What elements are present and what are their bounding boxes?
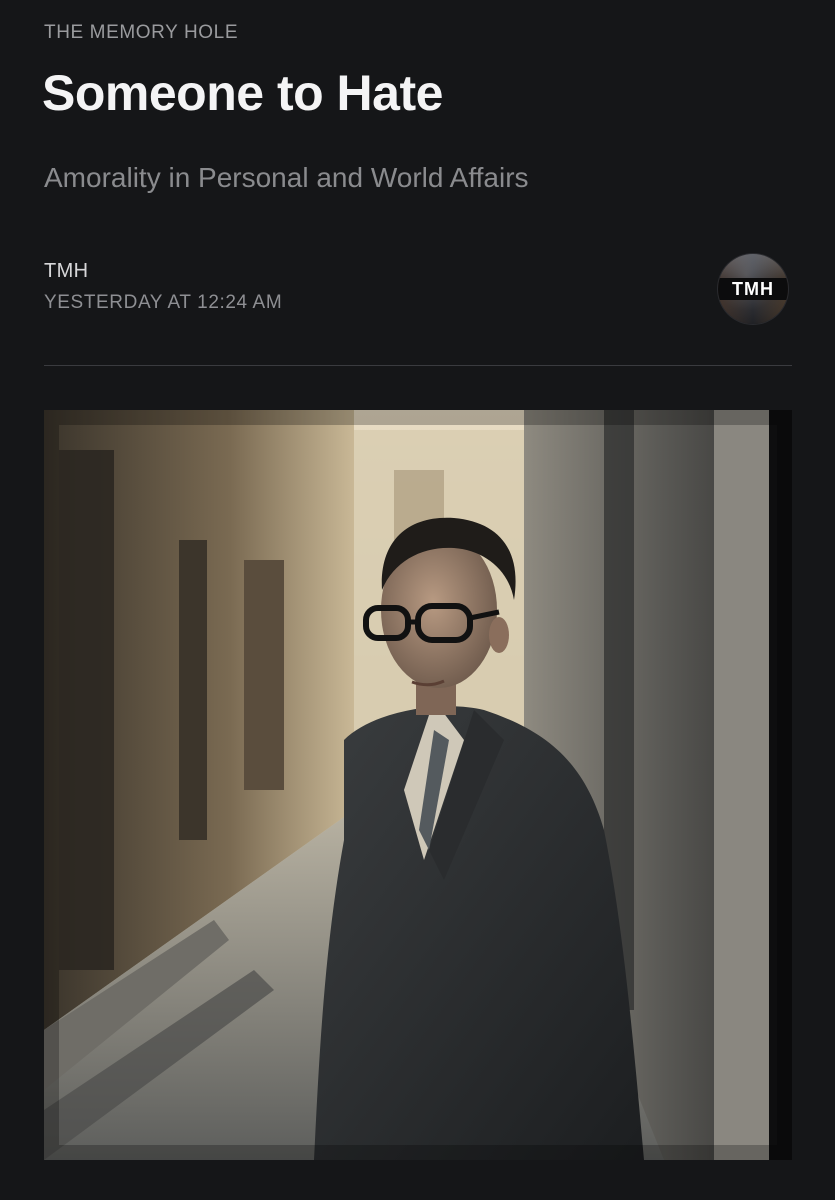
hero-image	[44, 410, 792, 1160]
hero-photo-illustration	[44, 410, 792, 1160]
article-subtitle: Amorality in Personal and World Affairs	[44, 162, 529, 193]
publication-name[interactable]: THE MEMORY HOLE	[44, 22, 238, 44]
post-timestamp: YESTERDAY AT 12:24 AM	[44, 292, 283, 313]
article-title: Someone to Hate	[42, 65, 443, 121]
author-name[interactable]: TMH	[44, 260, 89, 283]
avatar-logo-text: TMH	[718, 278, 788, 300]
author-avatar[interactable]: TMH	[718, 254, 788, 324]
header-divider	[44, 365, 792, 366]
